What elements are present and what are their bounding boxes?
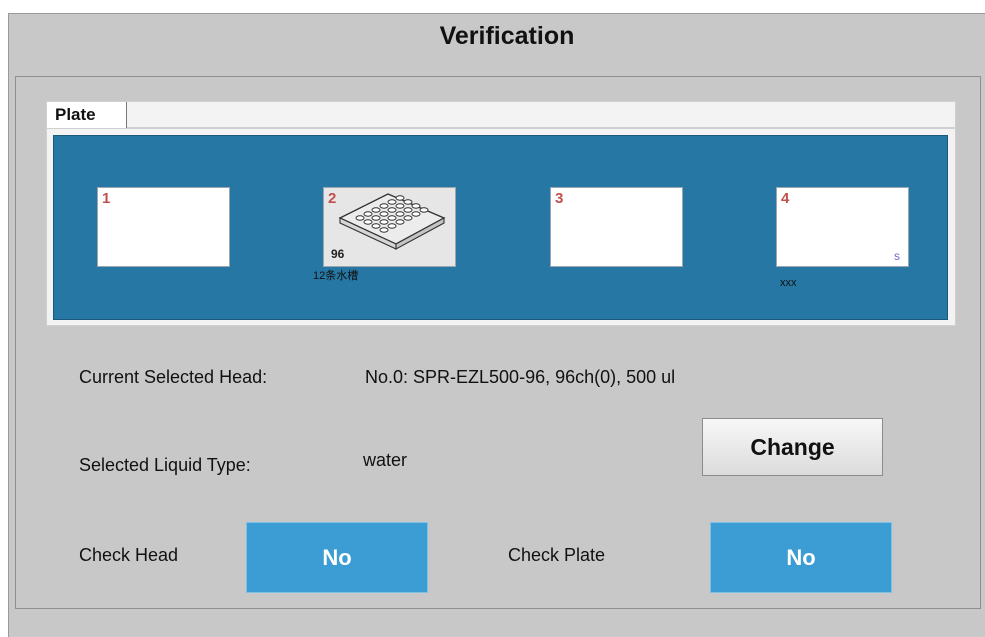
slot-number: 1 [102,190,111,207]
liquid-type-value: water [363,450,408,470]
tab-plate[interactable]: Plate [47,102,127,128]
plate-slot-3[interactable]: 3 [550,187,683,267]
current-head-label: Current Selected Head: [79,367,268,387]
check-plate-button[interactable]: No [710,522,892,593]
plate-well-count: 96 [331,247,345,261]
microplate-96-icon [338,192,446,255]
window-title: Verification [439,22,575,50]
slot-2-caption: 12条水槽 [313,270,359,282]
plate-slot-4[interactable]: 4 s [776,187,909,267]
check-head-label: Check Head [79,545,179,565]
liquid-type-label: Selected Liquid Type: [79,455,251,475]
plate-deck: 1 2 96 12条水槽 3 4 s xxx [53,135,948,320]
plate-slot-1[interactable]: 1 [97,187,230,267]
plate-slot-2[interactable]: 2 96 [323,187,456,267]
tab-strip: Plate [46,101,956,128]
slot-number: 4 [781,190,790,207]
current-head-value: No.0: SPR-EZL500-96, 96ch(0), 500 ul [365,367,676,387]
change-liquid-button[interactable]: Change [702,418,883,476]
check-plate-label: Check Plate [508,545,606,565]
slot-corner-mark: s [894,249,900,263]
check-head-button[interactable]: No [246,522,428,593]
slot-4-caption: xxx [780,277,797,289]
slot-number: 3 [555,190,564,207]
slot-number: 2 [328,190,337,207]
